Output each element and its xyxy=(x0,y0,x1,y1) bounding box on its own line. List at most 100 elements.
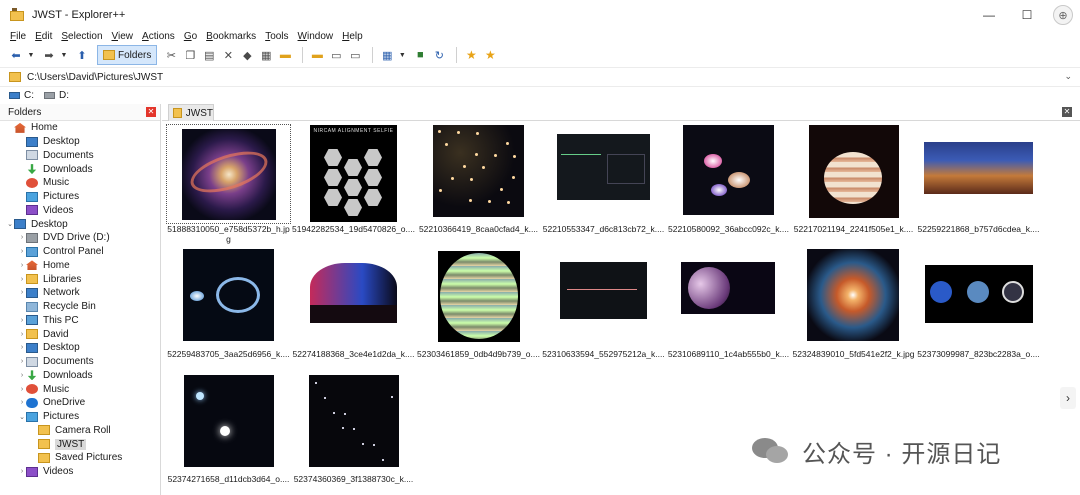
drive-d-button[interactable]: D: xyxy=(44,90,69,101)
tree-item-videos[interactable]: Videos xyxy=(0,204,160,218)
menu-edit[interactable]: Edit xyxy=(35,31,52,42)
tab-jwst[interactable]: JWST xyxy=(168,104,214,121)
tree-item-home[interactable]: Home xyxy=(0,121,160,135)
menu-view[interactable]: View xyxy=(112,31,134,42)
close-icon[interactable]: ✕ xyxy=(146,107,156,117)
new-folder-icon[interactable]: ▬ xyxy=(309,46,325,64)
tree-item-pictures[interactable]: Pictures xyxy=(0,190,160,204)
back-dropdown-icon[interactable]: ▼ xyxy=(27,46,35,64)
tree-item-music[interactable]: › Music xyxy=(0,382,160,396)
thumbnail-image[interactable] xyxy=(666,124,791,224)
drive-c-button[interactable]: C: xyxy=(9,90,34,101)
chevron-down-icon[interactable]: ⌄ xyxy=(18,413,26,421)
forward-arrow-icon[interactable]: ➡ xyxy=(41,46,57,64)
tree-item-camera-roll[interactable]: Camera Roll xyxy=(0,424,160,438)
chevron-right-icon[interactable]: › xyxy=(18,358,26,365)
chevron-right-icon[interactable]: › xyxy=(18,468,26,475)
thumbnail-image[interactable] xyxy=(541,249,666,349)
thumbnail-image[interactable] xyxy=(916,249,1041,349)
bookmarks-icon[interactable]: ★ xyxy=(482,46,498,64)
thumbnail-image[interactable] xyxy=(791,124,916,224)
chevron-right-icon[interactable]: › xyxy=(18,399,26,406)
menu-file[interactable]: File xyxy=(10,31,26,42)
views-dropdown-icon[interactable]: ▼ xyxy=(398,46,406,64)
tree-item-desktop[interactable]: ⌄ Desktop xyxy=(0,217,160,231)
thumbnail-image[interactable] xyxy=(166,249,291,349)
cut-icon[interactable]: ✂ xyxy=(163,46,179,64)
copy-icon[interactable]: ❐ xyxy=(182,46,198,64)
paste-icon[interactable]: ▤ xyxy=(201,46,217,64)
tree-item-music[interactable]: Music xyxy=(0,176,160,190)
thumbnail-image[interactable] xyxy=(541,124,666,224)
thumbnail-image[interactable] xyxy=(791,249,916,349)
chevron-right-icon[interactable]: › xyxy=(18,331,26,338)
chevron-right-icon[interactable]: › xyxy=(18,317,26,324)
delete-permanently-icon[interactable]: ◆ xyxy=(239,46,255,64)
move-to-icon[interactable]: ▭ xyxy=(347,46,363,64)
tree-item-control-panel[interactable]: › Control Panel xyxy=(0,245,160,259)
tree-item-pictures[interactable]: ⌄ Pictures xyxy=(0,410,160,424)
tree-item-jwst[interactable]: JWST xyxy=(0,437,160,451)
chevron-right-icon[interactable]: › xyxy=(18,276,26,283)
chevron-right-icon[interactable]: › xyxy=(1060,387,1076,409)
menu-help[interactable]: Help xyxy=(342,31,363,42)
back-arrow-icon[interactable]: ⬅ xyxy=(8,46,24,64)
thumbnail-image[interactable] xyxy=(666,249,791,349)
menu-bookmarks[interactable]: Bookmarks xyxy=(206,31,256,42)
maximize-button[interactable]: ☐ xyxy=(1008,0,1046,30)
address-bar[interactable]: C:\Users\David\Pictures\JWST ⌄ xyxy=(0,67,1080,87)
tree-item-libraries[interactable]: › Libraries xyxy=(0,272,160,286)
views-icon[interactable]: ▦ xyxy=(379,46,395,64)
menu-selection[interactable]: Selection xyxy=(61,31,102,42)
tree-item-saved-pictures[interactable]: Saved Pictures xyxy=(0,451,160,465)
properties-icon[interactable]: ▦ xyxy=(258,46,274,64)
tree-item-home[interactable]: › Home xyxy=(0,259,160,273)
close-tab-icon[interactable]: ✕ xyxy=(1062,107,1072,117)
chevron-right-icon[interactable]: › xyxy=(18,372,26,379)
menu-go[interactable]: Go xyxy=(184,31,197,42)
folders-toggle-button[interactable]: Folders xyxy=(97,45,158,65)
chevron-right-icon[interactable]: › xyxy=(18,248,26,255)
tree-item-onedrive[interactable]: › OneDrive xyxy=(0,396,160,410)
tree-item-recycle-bin[interactable]: Recycle Bin xyxy=(0,300,160,314)
chevron-right-icon[interactable]: › xyxy=(18,344,26,351)
thumbnail-image[interactable] xyxy=(166,124,291,224)
forward-dropdown-icon[interactable]: ▼ xyxy=(60,46,68,64)
command-prompt-icon[interactable]: ■ xyxy=(412,46,428,64)
tree-item-network[interactable]: › Network xyxy=(0,286,160,300)
tree-item-desktop[interactable]: › Desktop xyxy=(0,341,160,355)
tree-item-dvd-drive-d[interactable]: › DVD Drive (D:) xyxy=(0,231,160,245)
thumbnail-image[interactable] xyxy=(916,124,1041,224)
menu-window[interactable]: Window xyxy=(298,31,334,42)
tree-item-this-pc[interactable]: › This PC xyxy=(0,314,160,328)
thumbnail-image[interactable] xyxy=(416,124,541,224)
copy-to-icon[interactable]: ▭ xyxy=(328,46,344,64)
chevron-down-icon[interactable]: ⌄ xyxy=(1064,71,1072,82)
bookmark-add-icon[interactable]: ★ xyxy=(463,46,479,64)
tree-item-documents[interactable]: › Documents xyxy=(0,355,160,369)
thumbnail-image[interactable] xyxy=(166,374,291,474)
chevron-right-icon[interactable]: › xyxy=(18,386,26,393)
chevron-right-icon[interactable]: › xyxy=(18,234,26,241)
tree-item-documents[interactable]: Documents xyxy=(0,149,160,163)
up-arrow-icon[interactable]: ⬆ xyxy=(74,46,90,64)
minimize-button[interactable]: — xyxy=(970,0,1008,30)
thumbnail-image[interactable] xyxy=(291,374,416,474)
tree-item-downloads[interactable]: Downloads xyxy=(0,162,160,176)
delete-icon[interactable]: ✕ xyxy=(220,46,236,64)
refresh-icon[interactable]: ↻ xyxy=(431,46,447,64)
thumbnail-image[interactable] xyxy=(291,249,416,349)
address-path[interactable]: C:\Users\David\Pictures\JWST xyxy=(27,72,163,83)
tree-item-videos[interactable]: › Videos xyxy=(0,465,160,479)
tree-item-desktop[interactable]: Desktop xyxy=(0,135,160,149)
extension-button[interactable]: ⊕ xyxy=(1046,0,1080,30)
tree-item-david[interactable]: › David xyxy=(0,327,160,341)
menu-actions[interactable]: Actions xyxy=(142,31,175,42)
tree-item-downloads[interactable]: › Downloads xyxy=(0,369,160,383)
thumbnail-image[interactable] xyxy=(416,249,541,349)
chevron-right-icon[interactable]: › xyxy=(18,262,26,269)
thumbnail-image[interactable]: NIRCAM ALIGNMENT SELFIE xyxy=(291,124,416,224)
chevron-down-icon[interactable]: ⌄ xyxy=(6,220,14,228)
chevron-right-icon[interactable]: › xyxy=(18,289,26,296)
search-folder-icon[interactable]: ▬ xyxy=(277,46,293,64)
